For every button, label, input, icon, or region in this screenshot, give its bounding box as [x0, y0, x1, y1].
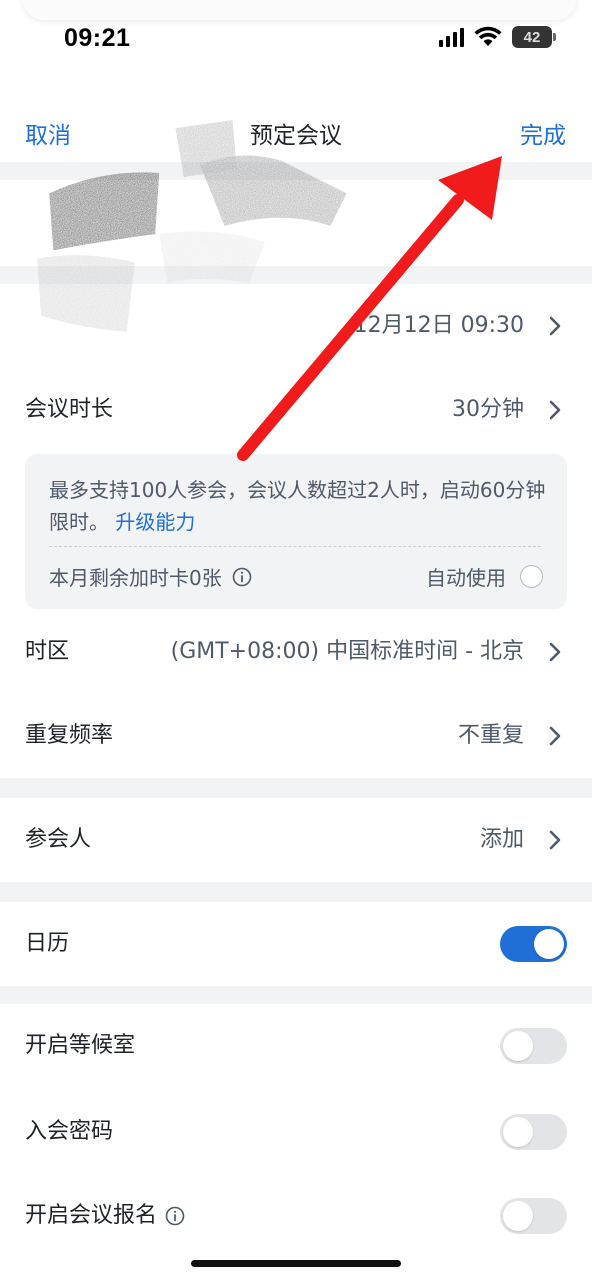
status-time: 09:21 [64, 24, 131, 52]
remaining-cards-text: 本月剩余加时卡0张 [49, 566, 222, 590]
chevron-right-icon [549, 316, 561, 336]
password-toggle[interactable] [500, 1114, 567, 1150]
chevron-right-icon [549, 726, 561, 746]
toggle-knob [503, 1031, 533, 1061]
registration-label: 开启会议报名 [25, 1203, 158, 1228]
notice-text: 最多支持100人参会，会议人数超过2人时，启动60分钟限时。 升级能力 [49, 474, 549, 538]
calendar-row: 日历 [0, 902, 592, 986]
duration-limit-notice: 最多支持100人参会，会议人数超过2人时，启动60分钟限时。 升级能力 本月剩余… [25, 454, 567, 609]
repeat-label: 重复频率 [25, 723, 114, 748]
auto-use-label: 自动使用 [426, 566, 506, 590]
done-button[interactable]: 完成 [520, 116, 566, 150]
waiting-room-label: 开启等候室 [25, 1033, 136, 1058]
auto-use-radio[interactable] [520, 565, 543, 588]
info-icon[interactable] [232, 567, 252, 587]
status-icons: 42 [439, 26, 556, 48]
repeat-row[interactable]: 重复频率 不重复 [0, 694, 592, 778]
dashed-divider [49, 546, 541, 547]
status-bar: 09:21 42 [0, 0, 592, 70]
waiting-room-row: 开启等候室 [0, 1004, 592, 1088]
registration-toggle[interactable] [500, 1198, 567, 1234]
calendar-card: 日历 [0, 902, 592, 986]
duration-value: 30分钟 [452, 397, 524, 422]
calendar-label: 日历 [25, 931, 70, 956]
info-icon[interactable] [165, 1206, 185, 1226]
participants-row[interactable]: 参会人 添加 [0, 798, 592, 882]
toggle-knob [503, 1117, 533, 1147]
battery-level: 42 [523, 28, 541, 46]
toggle-knob [534, 929, 564, 959]
redaction-scribble [37, 120, 347, 332]
battery-icon: 42 [512, 26, 556, 48]
duration-row[interactable]: 会议时长 30分钟 [0, 368, 592, 452]
wifi-icon [474, 26, 502, 46]
password-label: 入会密码 [25, 1119, 114, 1144]
notification-card-edge [22, 0, 577, 20]
toggle-knob [503, 1201, 533, 1231]
signal-icon [439, 27, 464, 47]
timezone-label: 时区 [25, 639, 70, 664]
timezone-row[interactable]: 时区 (GMT+08:00) 中国标准时间 - 北京 [0, 610, 592, 694]
calendar-toggle[interactable] [500, 926, 567, 962]
meeting-options-card: 开启等候室 入会密码 开启会议报名 [0, 1004, 592, 1280]
chevron-right-icon [549, 830, 561, 850]
remaining-cards: 本月剩余加时卡0张 [49, 562, 252, 591]
participants-label: 参会人 [25, 827, 92, 852]
upgrade-link[interactable]: 升级能力 [115, 510, 195, 534]
chevron-right-icon [549, 400, 561, 420]
registration-row: 开启会议报名 [0, 1174, 592, 1258]
repeat-value: 不重复 [457, 723, 524, 748]
registration-label-group: 开启会议报名 [25, 1174, 185, 1258]
participants-value: 添加 [479, 827, 524, 852]
waiting-room-toggle[interactable] [500, 1028, 567, 1064]
chevron-right-icon [549, 642, 561, 662]
participants-card: 参会人 添加 [0, 798, 592, 882]
duration-label: 会议时长 [25, 397, 114, 422]
timezone-value: (GMT+08:00) 中国标准时间 - 北京 [170, 639, 524, 664]
password-row: 入会密码 [0, 1090, 592, 1174]
home-indicator [191, 1260, 401, 1267]
auto-use-option[interactable]: 自动使用 [426, 562, 543, 591]
